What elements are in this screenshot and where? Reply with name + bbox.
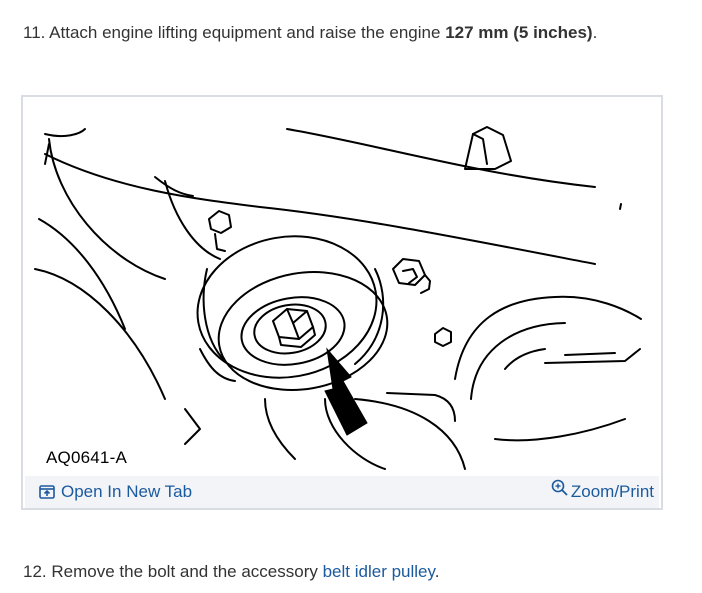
zoom-print-label: Zoom/Print bbox=[570, 482, 654, 501]
step-11-period: . bbox=[592, 23, 598, 42]
step-11-text: 11. Attach engine lifting equipment and … bbox=[23, 22, 597, 44]
figure-toolbar: Open In New Tab Zoom/Print bbox=[25, 476, 659, 508]
step-11-measurement: 127 mm (5 inches) bbox=[445, 23, 593, 42]
step-12-number: 12. bbox=[23, 562, 47, 581]
step-12-text: 12. Remove the bolt and the accessory be… bbox=[23, 561, 439, 583]
open-new-tab-icon bbox=[39, 485, 55, 499]
engine-diagram[interactable]: AQ0641-A bbox=[25, 99, 661, 476]
step-11-number: 11. bbox=[23, 23, 46, 42]
open-in-new-tab-label: Open In New Tab bbox=[61, 482, 193, 501]
zoom-print-button[interactable]: Zoom/Print bbox=[551, 479, 654, 502]
zoom-icon bbox=[551, 479, 568, 496]
open-in-new-tab-button[interactable]: Open In New Tab bbox=[39, 482, 192, 502]
step-12-period: . bbox=[434, 562, 440, 581]
belt-idler-pulley-link[interactable]: belt idler pulley bbox=[323, 562, 435, 581]
figure-caption: AQ0641-A bbox=[46, 448, 127, 467]
figure-container: AQ0641-A Open In New Tab Zoom/Print bbox=[21, 95, 663, 510]
step-12-instruction: Remove the bolt and the accessory bbox=[51, 562, 318, 581]
idler-pulley-illustration bbox=[34, 126, 642, 470]
step-11-instruction: Attach engine lifting equipment and rais… bbox=[49, 23, 441, 42]
